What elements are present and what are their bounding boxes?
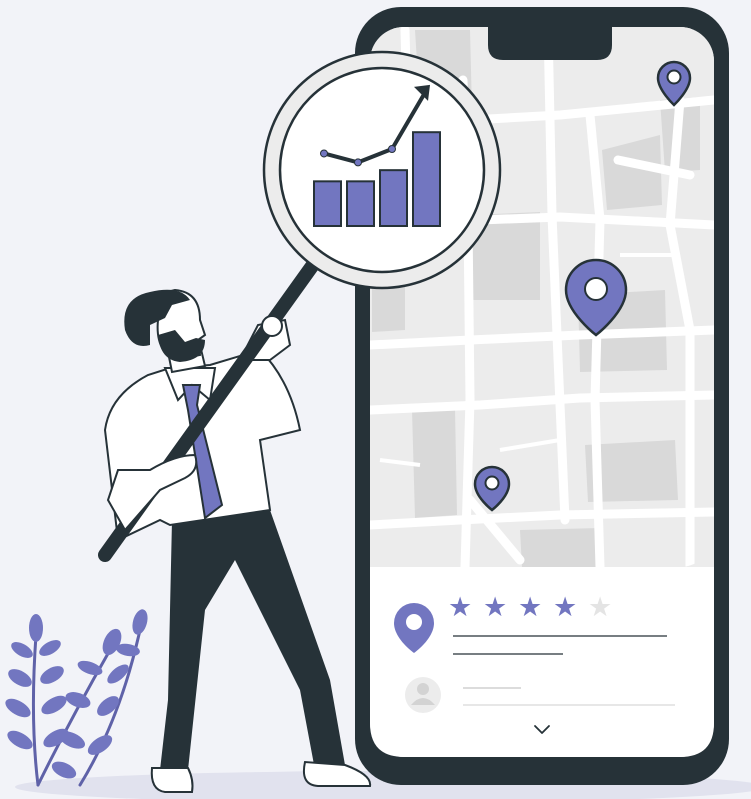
trend-point xyxy=(320,149,328,158)
chart-bar xyxy=(412,131,441,227)
businessman-figure xyxy=(98,248,372,793)
leaf-plant-icon xyxy=(5,609,148,787)
star-icon: ★ xyxy=(448,592,473,623)
chart-bar xyxy=(313,180,342,227)
trend-point xyxy=(354,158,362,167)
star-icon: ★ xyxy=(483,592,508,623)
trend-point xyxy=(388,145,396,153)
star-icon: ★ xyxy=(518,592,543,623)
chart-bar xyxy=(346,180,375,227)
user-avatar-icon xyxy=(405,677,441,713)
star-icon: ★ xyxy=(553,592,578,623)
illustration-canvas xyxy=(5,7,751,799)
phone-notch xyxy=(488,22,612,60)
star-icon: ★ xyxy=(588,592,613,623)
chart-bar xyxy=(379,169,408,228)
